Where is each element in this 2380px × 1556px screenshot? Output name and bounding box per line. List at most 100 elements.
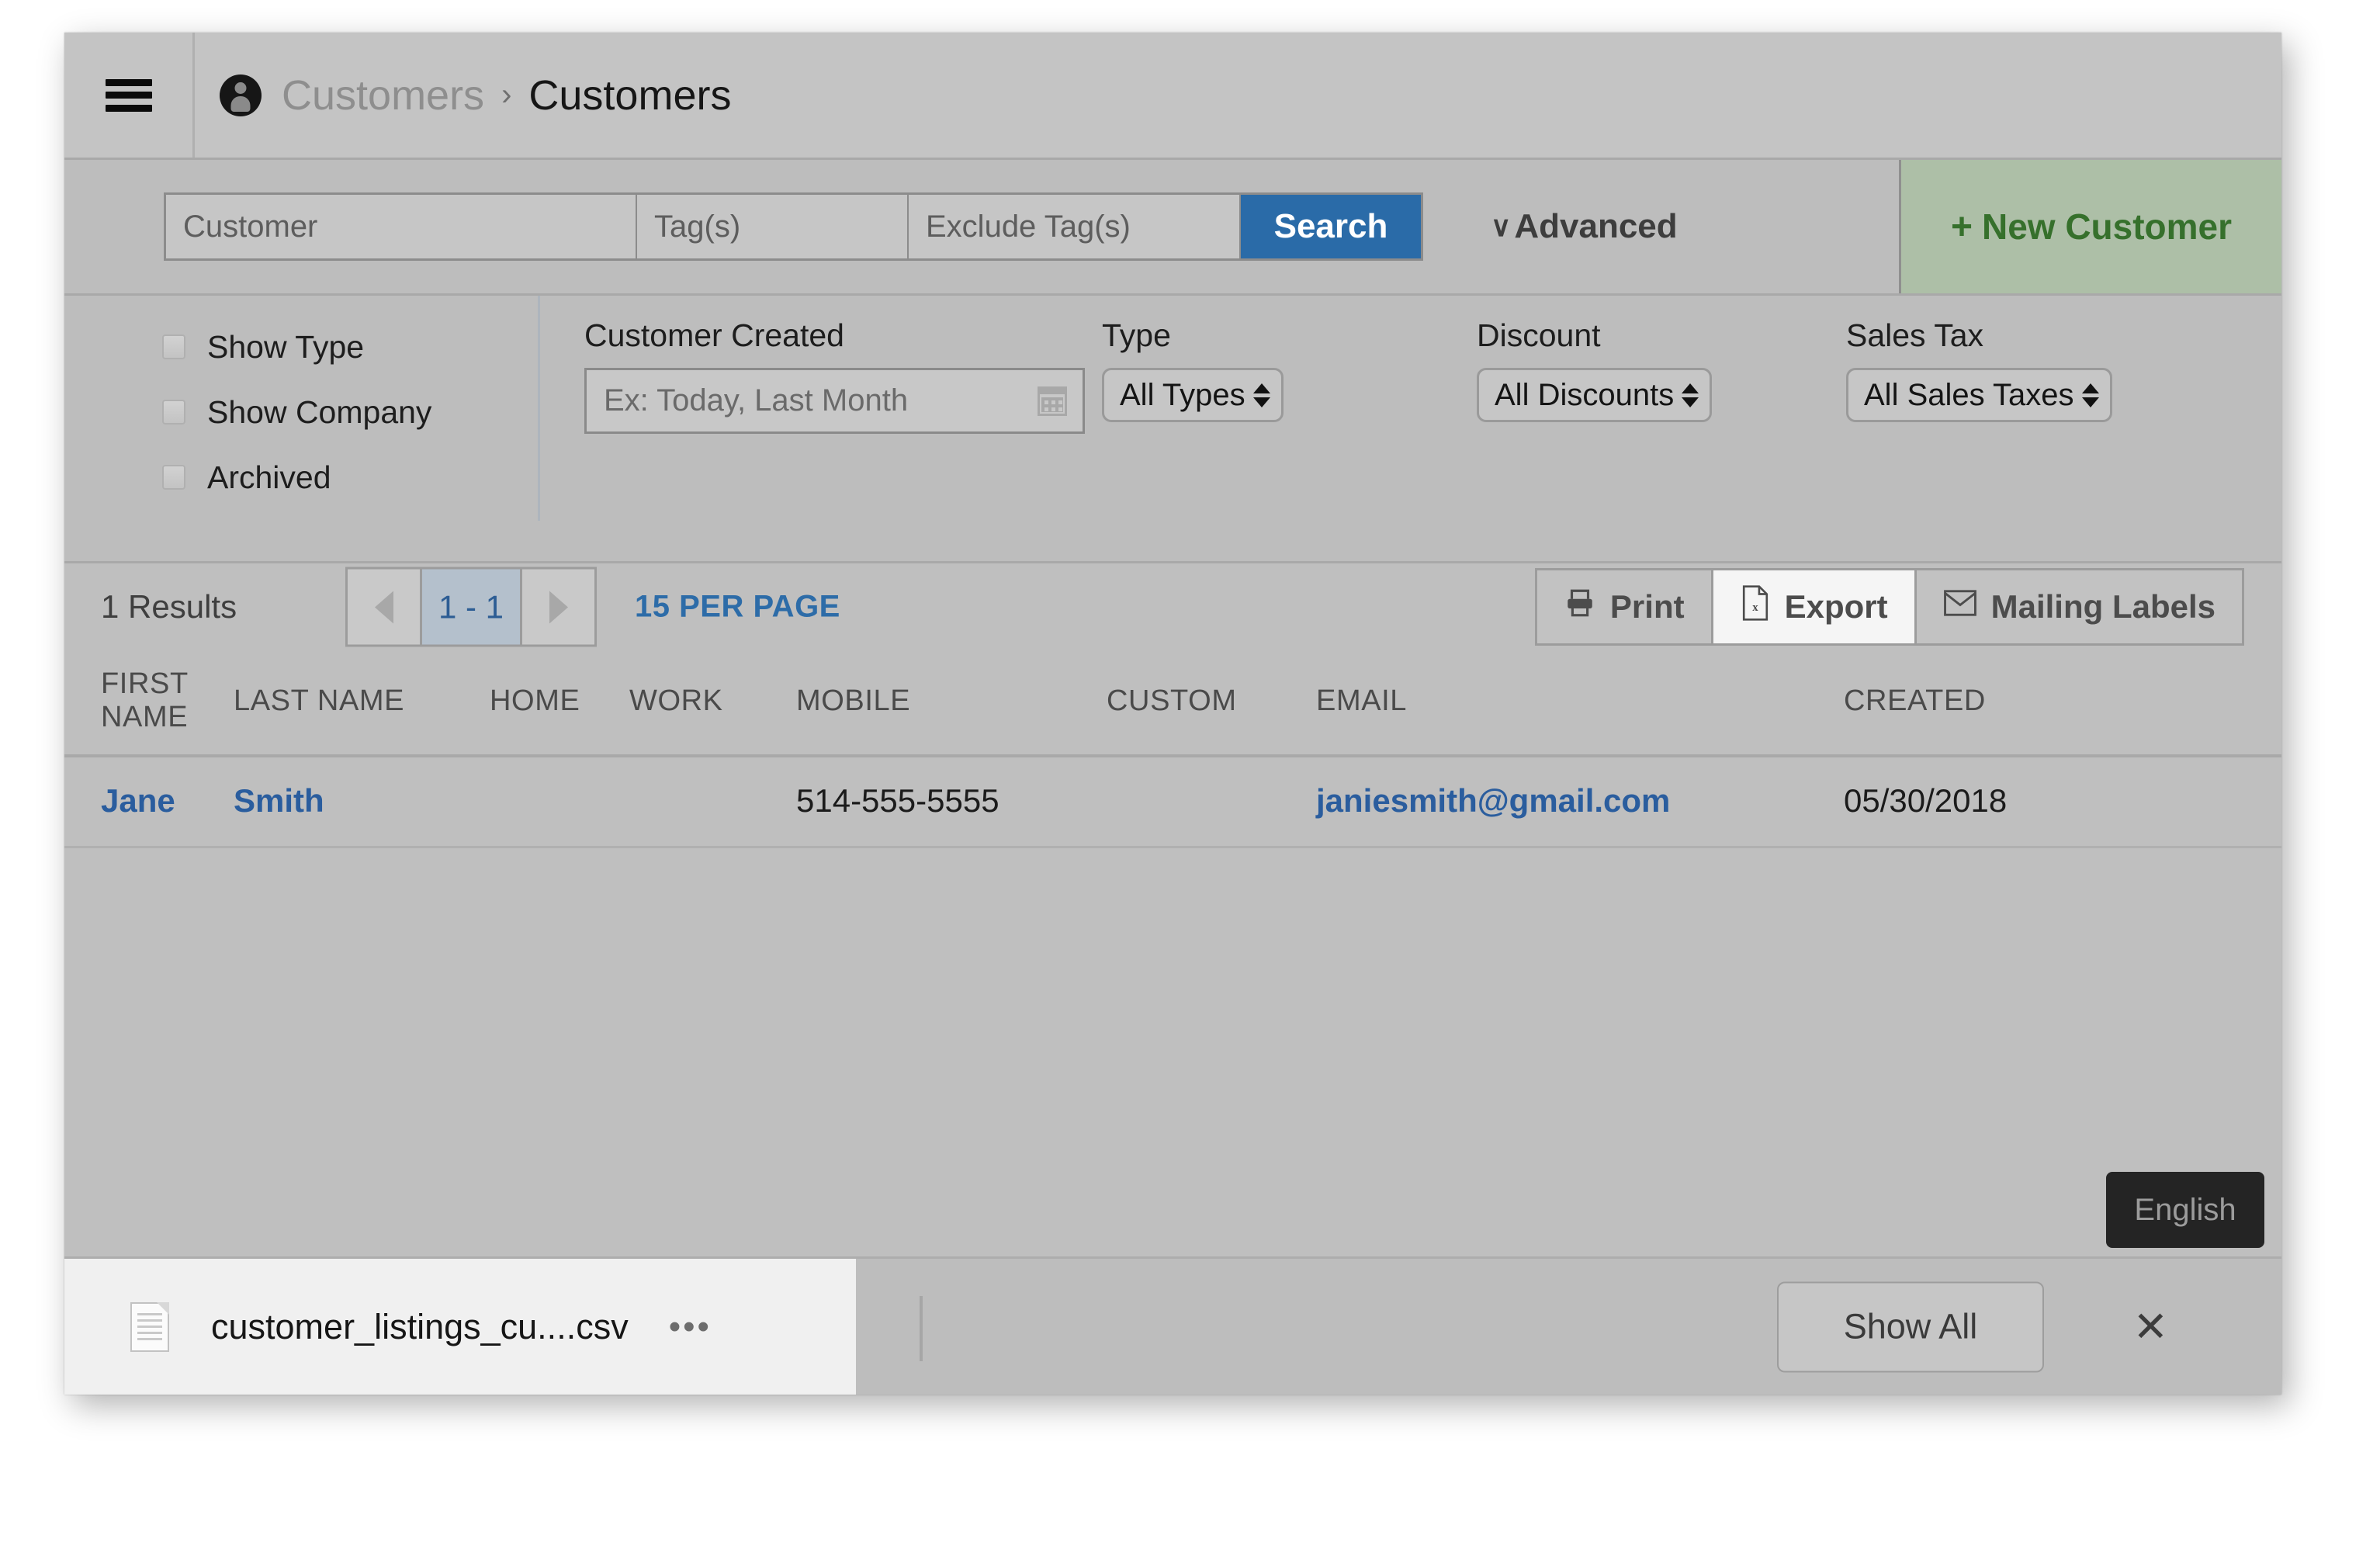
language-badge-label: English <box>2134 1192 2236 1227</box>
customer-created-input[interactable] <box>602 383 1038 419</box>
download-divider <box>920 1296 923 1361</box>
advanced-label: Advanced <box>1514 207 1678 245</box>
filter-label: Discount <box>1477 317 1601 353</box>
per-page-selector[interactable]: 15 PER PAGE <box>635 590 840 625</box>
export-button[interactable]: x Export <box>1710 570 1914 643</box>
new-customer-button[interactable]: + New Customer <box>1899 160 2281 293</box>
table-row[interactable]: Jane Smith 514-555-5555 janiesmith@gmail… <box>64 756 2281 848</box>
filter-label: Type <box>1102 317 1171 353</box>
search-button[interactable]: Search <box>1241 195 1421 258</box>
show-all-downloads-button[interactable]: Show All <box>1777 1281 2044 1372</box>
last-name-link[interactable]: Smith <box>234 782 324 819</box>
close-download-bar-button[interactable]: ✕ <box>2133 1306 2168 1348</box>
app-window: Customers › Customers Search ∨ Advanced … <box>64 33 2281 1395</box>
type-select[interactable]: All Types <box>1102 368 1284 422</box>
filter-label: Sales Tax <box>1846 317 1984 353</box>
checkbox-archived[interactable]: Archived <box>64 445 538 510</box>
pagination-next-button[interactable] <box>522 569 594 645</box>
results-count: 1 Results <box>101 588 237 625</box>
checkbox-icon[interactable] <box>162 465 185 490</box>
discount-select-value: All Discounts <box>1495 377 1675 412</box>
pagination-current-range[interactable]: 1 - 1 <box>420 569 522 645</box>
filter-sales-tax: Sales Tax All Sales Taxes <box>1846 317 2112 422</box>
filter-type: Type All Types <box>1102 317 1284 422</box>
cell-last-name: Smith <box>234 756 490 848</box>
customers-table: FIRST NAME LAST NAME HOME WORK MOBILE CU… <box>64 650 2281 848</box>
chevron-updown-icon <box>1682 383 1699 407</box>
cell-custom <box>1107 756 1316 848</box>
download-more-button[interactable]: ••• <box>669 1308 712 1346</box>
discount-select[interactable]: All Discounts <box>1477 368 1713 422</box>
customer-search-input[interactable] <box>166 195 637 258</box>
print-label: Print <box>1609 588 1685 625</box>
column-header-custom[interactable]: CUSTOM <box>1107 650 1316 757</box>
download-item[interactable]: customer_listings_cu....csv ••• <box>64 1259 856 1395</box>
chevron-left-icon <box>374 591 393 623</box>
table-header-row: FIRST NAME LAST NAME HOME WORK MOBILE CU… <box>64 650 2281 757</box>
csv-file-icon <box>130 1301 169 1352</box>
exclude-tags-search-input[interactable] <box>909 195 1241 258</box>
show-all-label: Show All <box>1843 1306 1978 1346</box>
search-bar: Search ∨ Advanced + New Customer <box>64 160 2281 296</box>
pagination: 1 - 1 <box>345 567 597 647</box>
svg-text:x: x <box>1752 601 1758 614</box>
user-circle-icon <box>220 74 262 116</box>
breadcrumb: Customers › Customers <box>220 33 731 158</box>
cell-email: janiesmith@gmail.com <box>1316 756 1844 848</box>
checkbox-show-company[interactable]: Show Company <box>64 379 538 445</box>
file-excel-icon: x <box>1740 585 1771 629</box>
pagination-prev-button[interactable] <box>348 569 420 645</box>
results-toolbar: 1 Results 1 - 1 15 PER PAGE Print x Expo… <box>64 563 2281 650</box>
plus-icon: + <box>1950 206 1973 248</box>
tags-search-input[interactable] <box>637 195 909 258</box>
customer-created-input-wrapper[interactable] <box>584 368 1085 434</box>
email-link[interactable]: janiesmith@gmail.com <box>1316 782 1670 819</box>
download-bar: customer_listings_cu....csv ••• Show All… <box>64 1256 2281 1395</box>
cell-first-name: Jane <box>64 756 234 848</box>
top-bar: Customers › Customers <box>64 33 2281 160</box>
column-header-mobile[interactable]: MOBILE <box>796 650 1107 757</box>
export-label: Export <box>1784 588 1888 625</box>
print-button[interactable]: Print <box>1536 570 1711 643</box>
checkbox-icon[interactable] <box>162 400 185 425</box>
breadcrumb-current: Customers <box>528 71 732 119</box>
chevron-updown-icon <box>1252 383 1270 407</box>
sales-tax-select[interactable]: All Sales Taxes <box>1846 368 2112 422</box>
breadcrumb-parent-link[interactable]: Customers <box>282 71 484 120</box>
column-header-created[interactable]: CREATED <box>1844 650 2281 757</box>
advanced-search-toggle[interactable]: ∨ Advanced <box>1491 192 1678 261</box>
column-header-email[interactable]: EMAIL <box>1316 650 1844 757</box>
checkbox-show-type[interactable]: Show Type <box>64 314 538 379</box>
results-action-group: Print x Export Mailing Labels <box>1534 568 2244 646</box>
envelope-icon <box>1943 587 1977 626</box>
filter-customer-created: Customer Created <box>584 317 1085 434</box>
download-file-name: customer_listings_cu....csv <box>211 1306 629 1346</box>
hamburger-menu-button[interactable] <box>64 33 195 158</box>
checkbox-label: Show Type <box>207 328 365 365</box>
language-badge[interactable]: English <box>2106 1172 2264 1248</box>
filter-checkbox-group: Show Type Show Company Archived <box>64 296 540 521</box>
filter-discount: Discount All Discounts <box>1477 317 1713 422</box>
first-name-link[interactable]: Jane <box>101 782 175 819</box>
search-field-group: Search <box>164 192 1423 261</box>
hamburger-icon <box>105 78 152 112</box>
checkbox-label: Show Company <box>207 393 432 430</box>
calendar-icon[interactable] <box>1038 386 1067 416</box>
table-header: FIRST NAME LAST NAME HOME WORK MOBILE CU… <box>64 650 2281 757</box>
screen-root: Customers › Customers Search ∨ Advanced … <box>0 0 2380 1556</box>
filters-panel: Show Type Show Company Archived Customer… <box>64 296 2281 563</box>
column-header-last-name[interactable]: LAST NAME <box>234 650 490 757</box>
column-header-work[interactable]: WORK <box>629 650 796 757</box>
chevron-down-icon: ∨ <box>1491 210 1512 242</box>
sales-tax-select-value: All Sales Taxes <box>1864 377 2074 412</box>
checkbox-icon[interactable] <box>162 334 185 359</box>
column-header-first-name[interactable]: FIRST NAME <box>64 650 234 757</box>
chevron-right-icon <box>549 591 568 623</box>
chevron-updown-icon <box>2081 383 2099 407</box>
mailing-labels-button[interactable]: Mailing Labels <box>1914 570 2242 643</box>
printer-icon <box>1564 587 1596 627</box>
cell-mobile: 514-555-5555 <box>796 756 1107 848</box>
column-header-home[interactable]: HOME <box>490 650 629 757</box>
cell-home <box>490 756 629 848</box>
filter-label: Customer Created <box>584 317 844 353</box>
